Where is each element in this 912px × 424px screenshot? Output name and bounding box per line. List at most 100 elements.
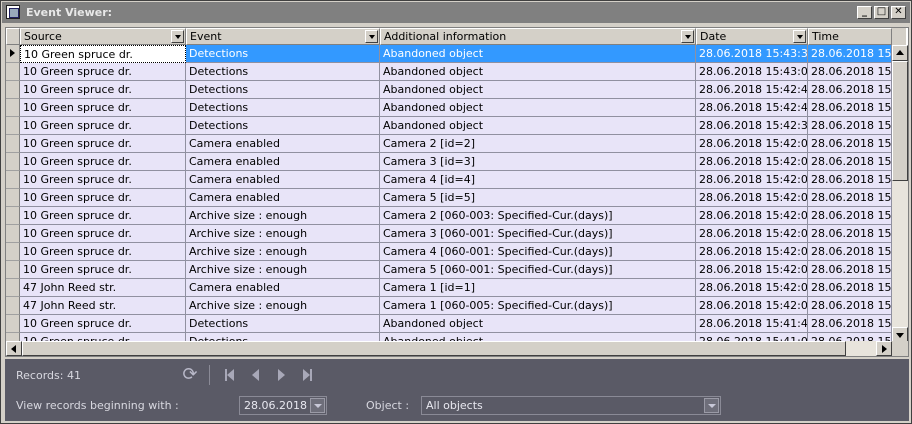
cell-time[interactable]: 28.06.2018 15:4 xyxy=(808,135,892,153)
cell-event[interactable]: Detections xyxy=(186,99,380,117)
cell-event[interactable]: Camera enabled xyxy=(186,153,380,171)
row-selector[interactable] xyxy=(6,243,20,261)
next-icon[interactable] xyxy=(268,365,294,385)
scroll-left-icon[interactable] xyxy=(6,341,22,356)
cell-source[interactable]: 10 Green spruce dr. xyxy=(20,117,186,135)
table-row[interactable]: 10 Green spruce dr. Detections Abandoned o… xyxy=(6,99,892,117)
row-selector[interactable] xyxy=(6,171,20,189)
table-row[interactable]: 10 Green spruce dr. Detections Abandoned o… xyxy=(6,117,892,135)
cell-date[interactable]: 28.06.2018 15:42:04 xyxy=(696,207,808,225)
cell-event[interactable]: Camera enabled xyxy=(186,189,380,207)
table-row[interactable]: 10 Green spruce dr. Archive size : enough… xyxy=(6,261,892,279)
cell-date[interactable]: 28.06.2018 15:41:45 xyxy=(696,315,808,333)
cell-time[interactable]: 28.06.2018 15:4 xyxy=(808,117,892,135)
cell-info[interactable]: Camera 2 [060-003: Specified-Cur.(days)] xyxy=(380,207,696,225)
cell-source[interactable]: 10 Green spruce dr. xyxy=(20,63,186,81)
row-selector[interactable] xyxy=(6,261,20,279)
cell-source[interactable]: 10 Green spruce dr. xyxy=(20,315,186,333)
cell-info[interactable]: Camera 4 [060-001: Specified-Cur.(days)] xyxy=(380,243,696,261)
cell-info[interactable]: Abandoned object xyxy=(380,81,696,99)
cell-event[interactable]: Detections xyxy=(186,315,380,333)
last-icon[interactable] xyxy=(294,365,320,385)
table-row[interactable]: 10 Green spruce dr. Detections Abandoned o… xyxy=(6,45,892,63)
source-filter-dropdown-icon[interactable] xyxy=(171,30,184,43)
cell-event[interactable]: Camera enabled xyxy=(186,279,380,297)
cell-time[interactable]: 28.06.2018 15:4 xyxy=(808,207,892,225)
row-selector[interactable] xyxy=(6,63,20,81)
row-selector[interactable] xyxy=(6,189,20,207)
row-selector[interactable] xyxy=(6,225,20,243)
cell-date[interactable]: 28.06.2018 15:42:04 xyxy=(696,189,808,207)
cell-info[interactable]: Camera 2 [id=2] xyxy=(380,135,696,153)
row-selector[interactable] xyxy=(6,297,20,315)
cell-date[interactable]: 28.06.2018 15:42:44 xyxy=(696,81,808,99)
cell-event[interactable]: Detections xyxy=(186,81,380,99)
cell-info[interactable]: Camera 1 [060-005: Specified-Cur.(days)] xyxy=(380,297,696,315)
cell-source[interactable]: 10 Green spruce dr. xyxy=(20,81,186,99)
current-row-indicator-icon[interactable] xyxy=(6,45,20,63)
refresh-icon[interactable]: ⟳ xyxy=(177,365,203,385)
cell-info[interactable]: Abandoned object xyxy=(380,315,696,333)
cell-time[interactable]: 28.06.2018 15:4 xyxy=(808,45,892,63)
cell-event[interactable]: Archive size : enough xyxy=(186,261,380,279)
cell-time[interactable]: 28.06.2018 15:4 xyxy=(808,99,892,117)
row-selector[interactable] xyxy=(6,99,20,117)
cell-time[interactable]: 28.06.2018 15:4 xyxy=(808,315,892,333)
cell-date[interactable]: 28.06.2018 15:43:35 xyxy=(696,45,808,63)
column-header-time[interactable]: Time xyxy=(808,28,892,45)
date-dropdown-icon[interactable] xyxy=(310,398,325,413)
cell-info[interactable]: Camera 1 [id=1] xyxy=(380,279,696,297)
table-row[interactable]: 10 Green spruce dr. Detections Abandoned o… xyxy=(6,63,892,81)
cell-date[interactable]: 28.06.2018 15:42:04 xyxy=(696,225,808,243)
cell-date[interactable]: 28.06.2018 15:42:04 xyxy=(696,279,808,297)
cell-info[interactable]: Abandoned object xyxy=(380,117,696,135)
cell-source[interactable]: 10 Green spruce dr. xyxy=(20,225,186,243)
table-row[interactable]: 10 Green spruce dr. Camera enabled Camera … xyxy=(6,189,892,207)
column-header-source[interactable]: Source xyxy=(20,28,186,45)
cell-date[interactable]: 28.06.2018 15:42:40 xyxy=(696,99,808,117)
begin-date-picker[interactable]: 28.06.2018 xyxy=(239,396,327,415)
row-selector[interactable] xyxy=(6,315,20,333)
cell-time[interactable]: 28.06.2018 15:4 xyxy=(808,153,892,171)
cell-source[interactable]: 10 Green spruce dr. xyxy=(20,261,186,279)
cell-info[interactable]: Camera 3 [060-001: Specified-Cur.(days)] xyxy=(380,225,696,243)
cell-source[interactable]: 10 Green spruce dr. xyxy=(20,171,186,189)
cell-info[interactable]: Camera 4 [id=4] xyxy=(380,171,696,189)
vertical-scroll-thumb[interactable] xyxy=(892,61,908,181)
cell-event[interactable]: Archive size : enough xyxy=(186,297,380,315)
maximize-button[interactable]: □ xyxy=(874,6,889,19)
cell-event[interactable]: Detections xyxy=(186,45,380,63)
table-row[interactable]: 10 Green spruce dr. Camera enabled Camera … xyxy=(6,135,892,153)
cell-source[interactable]: 47 John Reed str. xyxy=(20,297,186,315)
cell-time[interactable]: 28.06.2018 15:4 xyxy=(808,225,892,243)
horizontal-scrollbar[interactable] xyxy=(6,341,892,356)
row-selector[interactable] xyxy=(6,207,20,225)
cell-info[interactable]: Camera 5 [id=5] xyxy=(380,189,696,207)
row-selector[interactable] xyxy=(6,117,20,135)
cell-event[interactable]: Detections xyxy=(186,63,380,81)
cell-event[interactable]: Archive size : enough xyxy=(186,207,380,225)
date-filter-dropdown-icon[interactable] xyxy=(793,30,806,43)
horizontal-scroll-thumb[interactable] xyxy=(22,341,846,356)
cell-date[interactable]: 28.06.2018 15:43:06 xyxy=(696,63,808,81)
table-row[interactable]: 47 John Reed str. Archive size : enough Ca… xyxy=(6,297,892,315)
table-row[interactable]: 10 Green spruce dr. Archive size : enough… xyxy=(6,207,892,225)
cell-date[interactable]: 28.06.2018 15:42:04 xyxy=(696,135,808,153)
info-filter-dropdown-icon[interactable] xyxy=(681,30,694,43)
cell-event[interactable]: Archive size : enough xyxy=(186,243,380,261)
table-row[interactable]: 10 Green spruce dr. Camera enabled Camera … xyxy=(6,171,892,189)
cell-date[interactable]: 28.06.2018 15:42:04 xyxy=(696,171,808,189)
cell-time[interactable]: 28.06.2018 15:4 xyxy=(808,261,892,279)
cell-time[interactable]: 28.06.2018 15:4 xyxy=(808,81,892,99)
cell-source[interactable]: 10 Green spruce dr. xyxy=(20,243,186,261)
table-row[interactable]: 10 Green spruce dr. Detections Abandoned o… xyxy=(6,81,892,99)
table-row[interactable]: 10 Green spruce dr. Detections Abandoned o… xyxy=(6,315,892,333)
row-selector[interactable] xyxy=(6,135,20,153)
column-header-additional-info[interactable]: Additional information xyxy=(380,28,696,45)
cell-date[interactable]: 28.06.2018 15:42:04 xyxy=(696,153,808,171)
title-bar[interactable]: Event Viewer: _ □ ✕ xyxy=(2,2,910,23)
cell-source[interactable]: 10 Green spruce dr. xyxy=(20,153,186,171)
cell-date[interactable]: 28.06.2018 15:42:04 xyxy=(696,243,808,261)
object-select[interactable]: All objects xyxy=(421,396,721,415)
cell-event[interactable]: Camera enabled xyxy=(186,135,380,153)
